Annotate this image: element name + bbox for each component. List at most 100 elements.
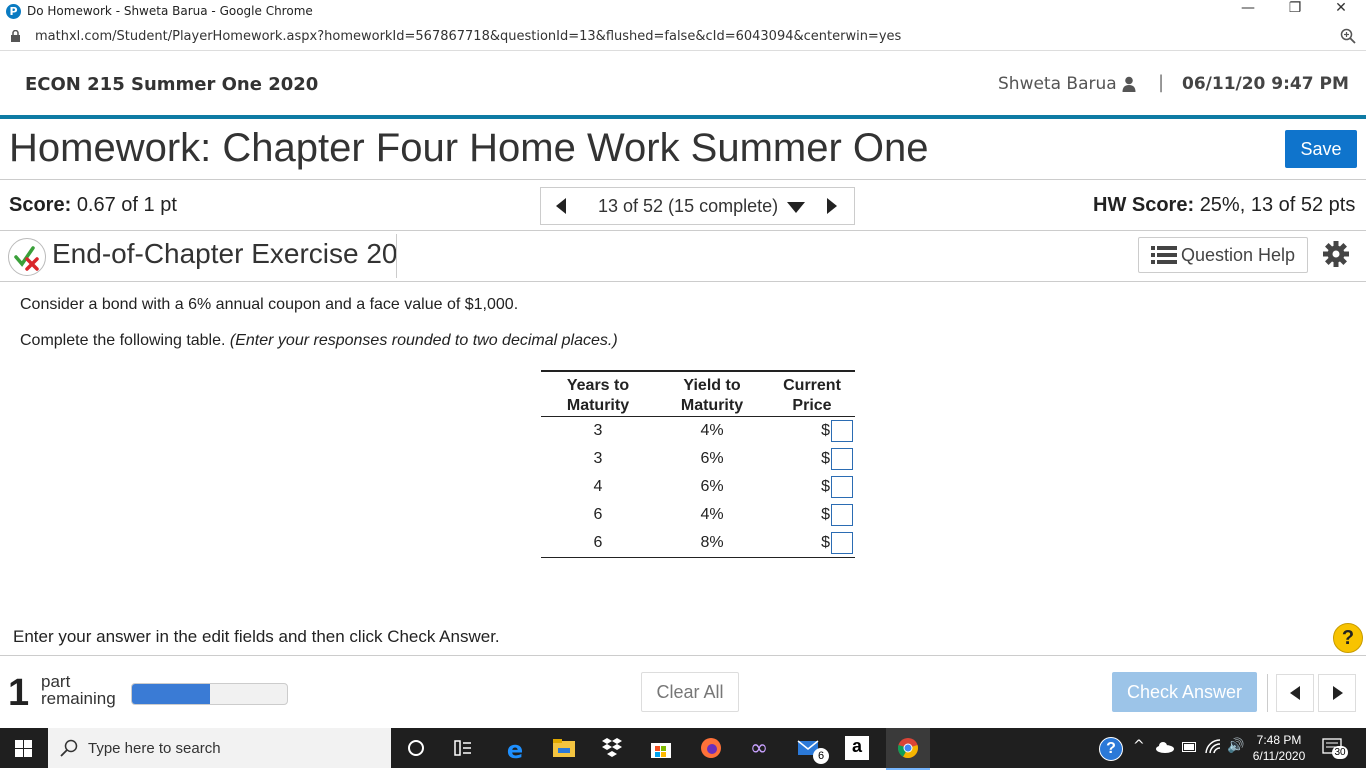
price-cell: $ [769,473,855,501]
price-cell: $ [769,417,855,446]
currency-symbol: $ [821,422,830,440]
parts-remaining-count: 1 [8,672,30,714]
yield-cell: 4% [700,422,724,439]
chrome-icon [898,738,918,759]
question-help-label: Question Help [1180,244,1296,265]
price-input[interactable] [831,448,853,470]
address-bar[interactable]: mathxl.com/Student/PlayerHomework.aspx?h… [0,24,1366,51]
price-cell: $ [769,445,855,473]
amazon-icon[interactable]: a [845,736,869,760]
yield-cell: 6% [700,450,724,467]
progress-fill [132,684,210,704]
hw-score-display: HW Score: 25%, 13 of 52 pts [1093,194,1355,217]
course-name: ECON 215 Summer One 2020 [25,74,319,95]
mail-badge: 6 [813,748,829,764]
chevron-up-icon[interactable]: ^ [1133,738,1145,754]
user-icon[interactable] [1122,76,1136,92]
table-row: 3 4% $ [541,417,855,446]
task-view-icon[interactable] [404,736,428,760]
previous-part-button[interactable] [1276,674,1314,712]
exercise-title: End-of-Chapter Exercise 20 [52,238,398,269]
price-input[interactable] [831,504,853,526]
previous-question-icon[interactable] [555,198,567,214]
zoom-icon[interactable] [1340,28,1356,44]
page-title: Homework: Chapter Four Home Work Summer … [9,126,929,170]
timeline-icon[interactable] [451,736,475,760]
question-help-button[interactable]: Question Help [1138,237,1308,273]
course-header: ECON 215 Summer One 2020 Shweta Barua | … [0,51,1366,115]
notification-center-icon[interactable]: 30 [1322,738,1348,759]
header-accent-bar [0,115,1366,119]
score-label: Score: [9,194,72,216]
taskbar-search-box[interactable]: Type here to search [48,728,391,768]
triangle-left-icon [1290,686,1300,700]
years-cell: 6 [593,534,603,551]
browser-title-bar: P Do Homework - Shweta Barua - Google Ch… [0,0,1366,24]
file-explorer-icon[interactable] [552,736,576,760]
question-intro: Consider a bond with a 6% annual coupon … [20,296,519,313]
price-input[interactable] [831,420,853,442]
divider [0,179,1366,180]
partial-credit-icon [8,238,46,276]
next-question-icon[interactable] [826,198,838,214]
years-cell: 6 [593,506,603,523]
minimize-button[interactable]: — [1225,0,1271,24]
taskbar-clock[interactable]: 7:48 PM 6/11/2020 [1248,732,1310,764]
chrome-taskbar-button[interactable] [886,728,930,770]
restore-button[interactable]: ❐ [1272,0,1318,24]
dropbox-icon[interactable] [600,736,624,760]
parts-progress-bar [131,683,288,705]
table-row: 6 8% $ [541,529,855,558]
clock-date: 6/11/2020 [1252,749,1306,763]
currency-symbol: $ [821,450,830,468]
instruction-text: Complete the following table. [20,332,226,349]
cloud-icon[interactable] [1155,741,1175,753]
help-tray-icon[interactable]: ? [1099,737,1123,761]
save-button[interactable]: Save [1285,130,1357,168]
score-value: 0.67 of 1 pt [76,194,177,216]
chevron-down-icon[interactable] [787,201,806,214]
firefox-icon[interactable] [699,736,723,760]
store-icon[interactable] [649,736,673,760]
currency-symbol: $ [821,506,830,524]
help-icon[interactable]: ? [1333,623,1363,653]
header-separator: | [1158,72,1165,93]
table-row: 4 6% $ [541,473,855,501]
battery-icon[interactable] [1182,742,1198,752]
answer-instruction: Enter your answer in the edit fields and… [13,627,500,646]
windows-start-icon[interactable] [15,740,32,757]
volume-icon[interactable]: 🔊 [1227,738,1244,754]
gear-icon[interactable] [1323,241,1349,267]
wifi-icon[interactable] [1205,739,1221,755]
header-datetime: 06/11/20 9:47 PM [1182,74,1349,94]
search-placeholder: Type here to search [88,740,221,757]
years-cell: 3 [593,450,603,467]
parts-remaining-label: part remaining [41,672,116,708]
price-input[interactable] [831,532,853,554]
divider [0,281,1366,282]
next-part-button[interactable] [1318,674,1356,712]
price-input[interactable] [831,476,853,498]
score-display: Score: 0.67 of 1 pt [9,194,177,217]
price-cell: $ [769,529,855,558]
url-text[interactable]: mathxl.com/Student/PlayerHomework.aspx?h… [35,29,901,44]
hw-score-value: 25%, 13 of 52 pts [1199,194,1356,216]
user-name[interactable]: Shweta Barua [998,74,1117,94]
pearson-logo-icon: P [6,4,21,19]
infinity-app-icon[interactable]: ∞ [747,736,771,761]
question-navigator: 13 of 52 (15 complete) [540,187,855,225]
price-cell: $ [769,501,855,529]
divider [1267,674,1268,712]
clear-all-button[interactable]: Clear All [641,672,739,712]
windows-taskbar: Type here to search e ∞ 6 a ? ^ 🔊 7:48 P… [0,728,1366,770]
question-selector[interactable]: 13 of 52 (15 complete) [598,196,806,217]
edge-icon[interactable]: e [503,736,527,764]
table-row: 3 6% $ [541,445,855,473]
check-answer-button[interactable]: Check Answer [1112,672,1257,712]
yield-cell: 4% [700,506,724,523]
lock-icon [11,30,20,42]
divider [396,234,397,278]
search-icon [60,739,78,757]
close-window-button[interactable]: ✕ [1318,0,1364,24]
yield-cell: 8% [700,534,724,551]
